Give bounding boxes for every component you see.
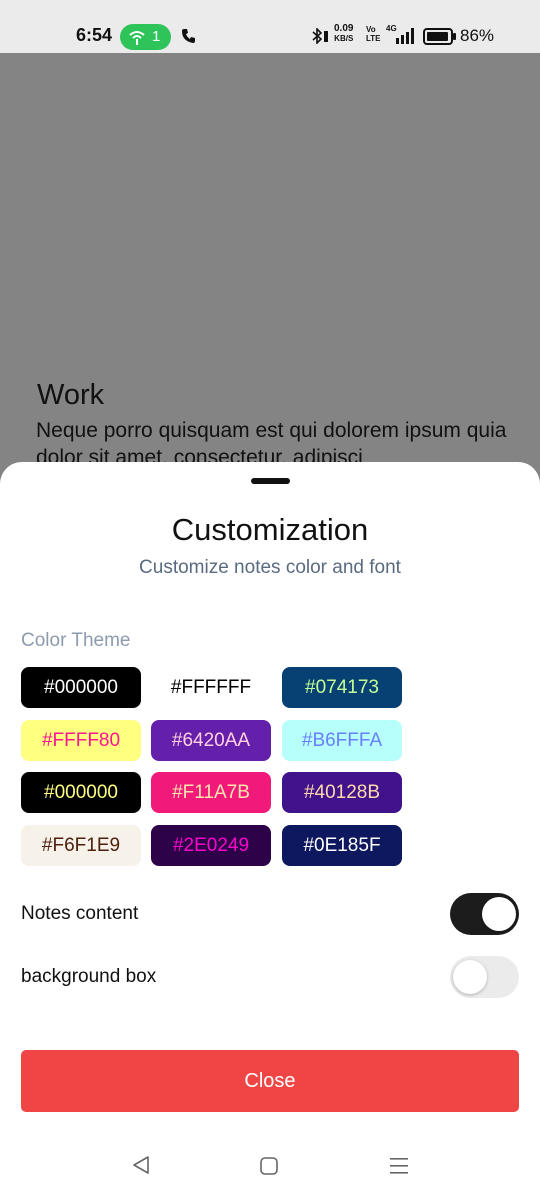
home-icon[interactable] <box>259 1156 279 1176</box>
sheet-subtitle: Customize notes color and font <box>139 557 401 578</box>
color-swatch[interactable]: #FFFFFF <box>151 667 271 708</box>
notes-content-label: Notes content <box>21 903 139 924</box>
back-icon[interactable] <box>131 1155 151 1175</box>
battery-icon <box>423 28 456 45</box>
status-time: 6:54 <box>76 25 113 45</box>
hotspot-icon <box>129 31 145 45</box>
close-button[interactable]: Close <box>21 1050 519 1112</box>
customization-sheet: Customization Customize notes color and … <box>0 462 540 1200</box>
signal-icon <box>396 28 414 44</box>
color-swatch[interactable]: #2E0249 <box>151 825 271 866</box>
network-speed-unit: KB/S <box>334 34 354 43</box>
network-speed: 0.09 KB/S <box>334 24 353 44</box>
bluetooth-icon <box>312 28 328 44</box>
color-swatch[interactable]: #B6FFFA <box>282 720 402 761</box>
color-swatch[interactable]: #074173 <box>282 667 402 708</box>
hotspot-indicator[interactable]: 1 <box>120 24 171 50</box>
battery-percent: 86% <box>460 26 495 45</box>
call-icon <box>182 29 195 43</box>
color-theme-label: Color Theme <box>21 630 131 651</box>
volte-top: Vo <box>366 25 376 34</box>
background-box-toggle[interactable] <box>450 956 519 998</box>
color-swatch[interactable]: #40128B <box>282 772 402 813</box>
color-swatch[interactable]: #FFFF80 <box>21 720 141 761</box>
menu-icon[interactable] <box>389 1156 409 1176</box>
notes-content-toggle[interactable] <box>450 893 519 935</box>
color-swatch[interactable]: #000000 <box>21 772 141 813</box>
color-swatch[interactable]: #6420AA <box>151 720 271 761</box>
color-swatch[interactable]: #F6F1E9 <box>21 825 141 866</box>
toggle-knob <box>453 960 487 994</box>
background-box-label: background box <box>21 966 157 987</box>
status-bar: 6:54 1 0.09 KB/S Vo LTE 4G 86% <box>0 0 540 53</box>
sheet-title: Customization <box>171 512 369 547</box>
hotspot-count: 1 <box>152 28 161 45</box>
volte-bottom: LTE <box>366 34 381 43</box>
color-swatch[interactable]: #000000 <box>21 667 141 708</box>
color-swatch[interactable]: #F11A7B <box>151 772 271 813</box>
network-speed-value: 0.09 <box>334 23 354 34</box>
volte-indicator: Vo LTE <box>366 25 381 43</box>
color-swatch[interactable]: #0E185F <box>282 825 402 866</box>
toggle-knob <box>482 897 516 931</box>
drag-handle[interactable] <box>251 478 290 484</box>
background-note-title: Work <box>37 379 105 411</box>
